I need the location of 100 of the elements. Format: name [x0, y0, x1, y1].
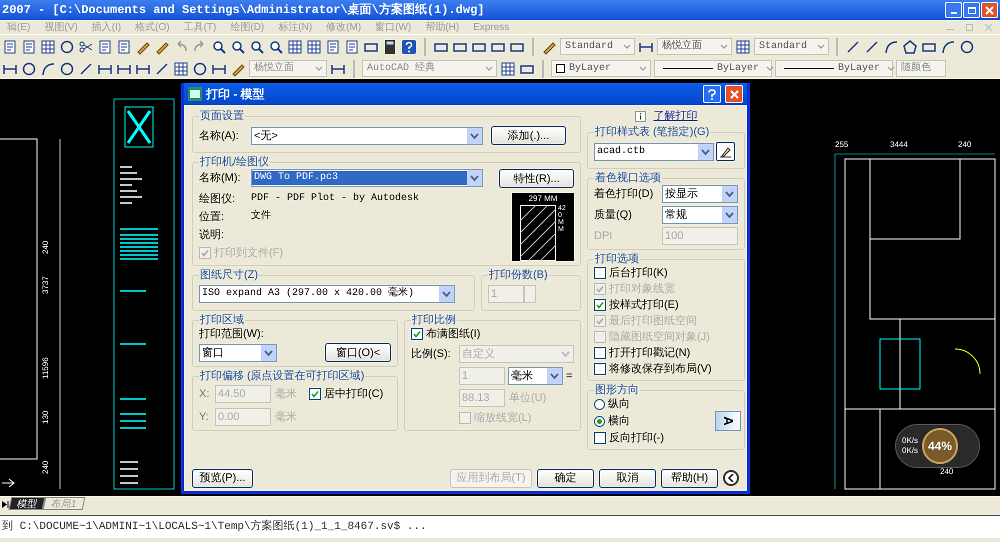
dropdown[interactable]: acad.ctb [594, 142, 714, 160]
checkbox-label: 将修改保存到布局(V) [609, 362, 712, 376]
group-title: 图形方向 [594, 383, 640, 397]
dropdown[interactable]: DWG To PDF.pc3 [251, 169, 483, 187]
dialog-button[interactable]: 窗口(O)< [325, 343, 391, 362]
checkbox-label: 居中打印(C) [324, 387, 384, 401]
checkbox-label: 最后打印图纸空间 [609, 314, 697, 328]
dimension-text: 3737 [41, 276, 50, 294]
dropdown-value: <无> [253, 128, 279, 142]
checkbox-label: 反向打印(-) [609, 431, 664, 445]
dropdown[interactable]: 毫米 [508, 367, 563, 385]
dropdown-value: ByLayer [568, 62, 612, 76]
group-title: 打印份数(B) [488, 268, 549, 282]
usage-gauge: 44% [922, 428, 958, 464]
group-title: 打印选项 [594, 252, 640, 266]
dimension-text: 130 [41, 410, 50, 424]
group-title: 打印样式表 (笔指定)(G) [594, 125, 710, 139]
dropdown[interactable]: ISO expand A3 (297.00 x 420.00 毫米) [199, 285, 455, 303]
toolbar-dropdown[interactable]: 杨悦立面 [657, 38, 732, 55]
dropdown-value: ByLayer [837, 62, 882, 76]
dropdown[interactable]: 常规 [662, 206, 738, 224]
field-label: Y: [199, 410, 210, 424]
dropdown-value: 毫米 [510, 369, 534, 383]
paper-width: 297 MM [528, 195, 558, 203]
field-label: 名称(A): [199, 128, 240, 142]
help-link[interactable]: 了解打印 [654, 109, 698, 123]
toolbar-dropdown[interactable]: Standard [560, 38, 635, 55]
dimension-text: 3444 [890, 140, 908, 149]
unit-label: 单位(U) [509, 391, 546, 405]
dropdown[interactable]: <无> [251, 126, 483, 144]
field-label: 着色打印(D) [594, 187, 654, 201]
dimension-text: 255 [835, 140, 848, 149]
layout-tab[interactable]: 模型 [8, 497, 46, 510]
dialog-button[interactable]: 特性(R)... [499, 169, 574, 188]
dropdown-value: 自定义 [461, 347, 496, 361]
checkbox-label: 打印到文件(F) [214, 246, 284, 260]
command-line-text: 到 C:\DOCUME~1\ADMINI~1\LOCALS~1\Temp\方案图纸(1)_1_1_8467.sv$ ... [2, 518, 427, 535]
dialog-button[interactable]: 取消 [599, 468, 656, 488]
dimension-text: 240 [958, 140, 972, 149]
dropdown-value: 杨悦立面 [253, 61, 295, 76]
checkbox-label: 后台打印(K) [609, 266, 668, 280]
toolbar-dropdown[interactable]: AutoCAD 经典 [362, 60, 497, 77]
checkbox-label: 打印对象线宽 [609, 282, 675, 296]
checkbox-label: 按样式打印(E) [609, 298, 679, 312]
dropdown-value: 窗口 [201, 346, 225, 360]
dropdown[interactable]: 窗口 [199, 344, 277, 362]
toolbar-dropdown[interactable]: 杨悦立面 [249, 60, 327, 77]
dialog-button[interactable]: 帮助(H) [661, 468, 718, 488]
checkbox-label: 缩放线宽(L) [474, 411, 532, 425]
info-label: 说明: [199, 228, 226, 242]
radio-label: 纵向 [608, 397, 630, 411]
group-title: 打印区域 [199, 313, 245, 327]
info-value: 文件 [251, 210, 271, 224]
dimension-text: 240 [41, 460, 50, 474]
dropdown-value: DWG To PDF.pc3 [252, 171, 467, 185]
checkbox-label: 隐藏图纸空间对象(J) [609, 330, 710, 344]
field-label: X: [199, 387, 210, 401]
unit-label: 毫米 [275, 387, 297, 401]
info-label: 位置: [199, 210, 226, 224]
dropdown-value: Standard [758, 40, 808, 54]
toolbar-dropdown[interactable]: ByLayer [654, 60, 772, 77]
upload-speed: 0K/s [902, 436, 918, 446]
dialog-button[interactable]: 添加(.)... [491, 126, 566, 145]
toolbar-dropdown[interactable]: ByLayer [775, 60, 893, 77]
dialog-title: 打印 - 模型 [206, 87, 266, 101]
field-label: DPI [594, 229, 614, 243]
field-label: 打印范围(W): [199, 328, 264, 340]
group-title: 页面设置 [199, 109, 245, 123]
group-title: 打印机/绘图仪 [199, 155, 270, 169]
window-title: 2007 - [C:\Documents and Settings\Administrator\桌面\方案图纸(1).dwg] [2, 2, 486, 19]
field-label: 名称(M): [199, 171, 242, 185]
download-speed: 0K/s [902, 446, 918, 456]
info-label: 绘图仪: [199, 192, 236, 206]
dropdown[interactable]: 按显示 [662, 185, 738, 203]
group-title: 打印比例 [411, 313, 457, 327]
dropdown-value: acad.ctb [596, 144, 646, 158]
dropdown-value: AutoCAD 经典 [366, 61, 436, 76]
checkbox-label: 打开打印戳记(N) [609, 346, 690, 360]
dimension-text: 240 [940, 467, 954, 476]
checkbox-label: 布满图纸(I) [426, 327, 480, 341]
info-value: PDF - PDF Plot - by Autodesk [251, 192, 420, 206]
group-title: 着色视口选项 [594, 171, 662, 185]
toolbar-dropdown[interactable]: ByLayer [551, 60, 651, 77]
dropdown-value: 按显示 [664, 187, 699, 201]
toolbar-dropdown[interactable]: Standard [754, 38, 829, 55]
toolbar-dropdown[interactable]: 随颜色 [896, 60, 946, 77]
dimension-text: 240 [41, 240, 50, 254]
group-title: 打印偏移 (原点设置在可打印区域) [199, 369, 366, 383]
unit-label: 毫米 [275, 410, 297, 424]
dialog-button[interactable]: 预览(P)... [192, 468, 253, 488]
dropdown-value: ISO expand A3 (297.00 x 420.00 毫米) [201, 287, 416, 301]
radio-label: 横向 [608, 414, 630, 428]
dimension-text: 11596 [41, 357, 50, 379]
dropdown-value: ByLayer [716, 62, 760, 76]
group-title: 图纸尺寸(Z) [199, 268, 260, 282]
equals-sign: = [566, 369, 572, 383]
dropdown-value: 常规 [664, 208, 688, 222]
dialog-button[interactable]: 确定 [537, 468, 594, 488]
page-orientation-icon: A [715, 411, 741, 431]
dropdown-value: Standard [564, 40, 614, 54]
